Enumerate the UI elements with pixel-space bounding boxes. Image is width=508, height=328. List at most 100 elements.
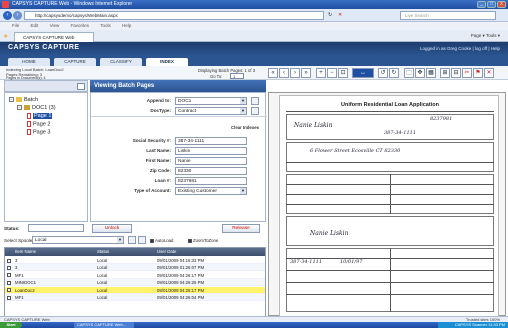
append-icon[interactable]: [251, 97, 259, 105]
tab-capture[interactable]: CAPTURE: [54, 58, 96, 66]
search-input[interactable]: Live Search: [400, 11, 496, 20]
refresh-icon[interactable]: ↻: [328, 12, 332, 18]
zoom-out-icon[interactable]: −: [327, 68, 337, 78]
close-button[interactable]: x: [497, 1, 506, 8]
doctype-select[interactable]: Contract ▼: [175, 107, 247, 115]
ssn-field[interactable]: 387-34-1111: [175, 137, 247, 145]
last-page-icon[interactable]: »: [301, 68, 311, 78]
select-icon[interactable]: ⬚: [404, 68, 414, 78]
minimize-button[interactable]: _: [477, 1, 486, 8]
browser-tab[interactable]: CAPSYS CAPTURE Web: [14, 32, 94, 42]
spooler-select[interactable]: Local ▼: [32, 236, 124, 244]
menu-tools[interactable]: Tools: [100, 23, 111, 28]
handwritten-name: Nanie Liskin: [294, 122, 333, 129]
filter-icon[interactable]: [138, 236, 146, 244]
remove-icon[interactable]: ✕: [484, 68, 494, 78]
append-to-select[interactable]: DOC1 ▼: [175, 97, 247, 105]
status-select[interactable]: [28, 224, 84, 232]
column-header[interactable]: User Date: [157, 248, 176, 256]
prev-page-icon[interactable]: ‹: [279, 68, 289, 78]
table-row[interactable]: 3 Local 09/01/2009 01:26:07 PM: [5, 264, 265, 272]
row-checkbox[interactable]: [7, 288, 11, 293]
row-checkbox[interactable]: [7, 295, 11, 300]
rotate-right-icon[interactable]: ↻: [389, 68, 399, 78]
command-bar[interactable]: Page ▾ Tools ▾: [471, 32, 500, 40]
zoom-fit-icon[interactable]: ⊡: [338, 68, 348, 78]
tab-classify[interactable]: CLASSIFY: [100, 58, 142, 66]
favorites-star-icon[interactable]: ★: [3, 33, 8, 40]
table-row[interactable]: 3 Local 09/01/2009 04:16:33 PM: [5, 257, 265, 264]
menu-edit[interactable]: Edit: [31, 23, 39, 28]
menu-view[interactable]: View: [50, 23, 60, 28]
table-row[interactable]: MF1 Local 09/01/2009 04:26:04 PM: [5, 294, 265, 301]
goto-input[interactable]: 1: [230, 73, 244, 79]
split-icon[interactable]: ✂: [462, 68, 472, 78]
forward-icon[interactable]: ›: [13, 11, 22, 20]
autoload-checkbox[interactable]: AutoLoad: [150, 238, 173, 243]
spooler-label: Select Spooler:: [4, 238, 36, 243]
maximize-button[interactable]: □: [487, 1, 496, 8]
spooler-row: Select Spooler: Local ▼ AutoLoad ZoomToZo…: [4, 236, 266, 246]
release-button[interactable]: Release: [222, 224, 260, 233]
append-to-row: Append to: DOC1 ▼: [91, 97, 267, 106]
zoom-in-icon[interactable]: +: [316, 68, 326, 78]
ssn-row: Social Security #: 387-34-1111: [91, 137, 267, 146]
clear-indexes-link[interactable]: Clear Indexes: [231, 125, 259, 130]
table-cell: 09/01/2009 04:26:17 PM: [157, 287, 205, 293]
doctype-row: DocType: Contract ▼: [91, 107, 267, 116]
rotate-left-icon[interactable]: ↺: [378, 68, 388, 78]
account-row: Type of Account: Existing Customer ▼: [91, 187, 267, 196]
menu-help[interactable]: Help: [122, 23, 131, 28]
last-name-field[interactable]: Liskin: [175, 147, 247, 155]
menu-favorites[interactable]: Favorites: [71, 23, 90, 28]
thumbnail-icon[interactable]: ▦: [426, 68, 436, 78]
table-row[interactable]: MINIDOC1 Local 09/01/2009 04:26:25 PM: [5, 279, 265, 287]
table-row[interactable]: LoanDoc2 Local 09/01/2009 04:26:17 PM: [5, 286, 265, 294]
handwritten-signature: Nanie Liskin: [310, 230, 349, 237]
column-header[interactable]: Item Name: [15, 248, 36, 256]
first-page-icon[interactable]: «: [268, 68, 278, 78]
table-cell: 09/01/2009 01:26:07 PM: [157, 265, 205, 271]
tree-options-icon[interactable]: [77, 83, 85, 90]
document-viewer[interactable]: Uniform Residential Loan Application Nan…: [268, 92, 506, 317]
delete-page-icon[interactable]: ⊟: [451, 68, 461, 78]
account-select[interactable]: Existing Customer ▼: [175, 187, 247, 195]
tab-home[interactable]: HOME: [8, 58, 50, 66]
row-checkbox[interactable]: [7, 280, 11, 285]
table-cell: MF1: [15, 272, 24, 278]
zip-field[interactable]: 82330: [175, 167, 247, 175]
tree-page-2[interactable]: Page 2: [27, 121, 50, 127]
tab-index[interactable]: INDEX: [146, 58, 188, 66]
first-name-field[interactable]: Nanie: [175, 157, 247, 165]
refresh-spooler-icon[interactable]: [128, 236, 136, 244]
menu-file[interactable]: File: [12, 23, 19, 28]
back-icon[interactable]: ‹: [3, 11, 12, 20]
row-checkbox[interactable]: [7, 258, 11, 263]
fit-width-icon[interactable]: ↔: [352, 68, 374, 78]
tree-doc[interactable]: − DOC1 (3): [17, 105, 56, 111]
tree-batch[interactable]: − Batch: [9, 97, 38, 103]
start-button[interactable]: Start: [0, 322, 22, 328]
handwritten-address: 6 Flower Street Ecosville CT 82330: [310, 148, 401, 154]
doctype-icon[interactable]: [251, 107, 259, 115]
table-row[interactable]: MF1 Local 09/01/2009 04:26:17 PM: [5, 272, 265, 279]
row-checkbox[interactable]: [7, 265, 11, 270]
tree-page-1[interactable]: Page 1: [27, 113, 53, 120]
insert-page-icon[interactable]: ⊞: [440, 68, 450, 78]
taskbar-item[interactable]: CAPSYS CAPTURE Web...: [74, 322, 134, 328]
panel-title: Viewing Batch Pages: [90, 80, 266, 92]
row-checkbox[interactable]: [7, 273, 11, 278]
next-page-icon[interactable]: ›: [290, 68, 300, 78]
stop-icon[interactable]: ✕: [338, 12, 342, 18]
zoom-to-zone-checkbox[interactable]: ZoomToZone: [188, 238, 218, 243]
pan-icon[interactable]: ✥: [415, 68, 425, 78]
tree-page-3[interactable]: Page 3: [27, 129, 50, 135]
flag-icon[interactable]: ⚑: [473, 68, 483, 78]
table-cell: LoanDoc2: [15, 287, 35, 293]
user-links[interactable]: Logged in as Greg Cooke | log off | Help: [420, 46, 500, 51]
column-header[interactable]: Status: [97, 248, 109, 256]
url-field[interactable]: http://capsysdemo/capsys/WebMain.aspx: [24, 11, 324, 20]
loan-field[interactable]: 8237981: [175, 177, 247, 185]
chevron-down-icon: ▼: [240, 108, 246, 114]
unlock-button[interactable]: Unlock: [92, 224, 132, 233]
